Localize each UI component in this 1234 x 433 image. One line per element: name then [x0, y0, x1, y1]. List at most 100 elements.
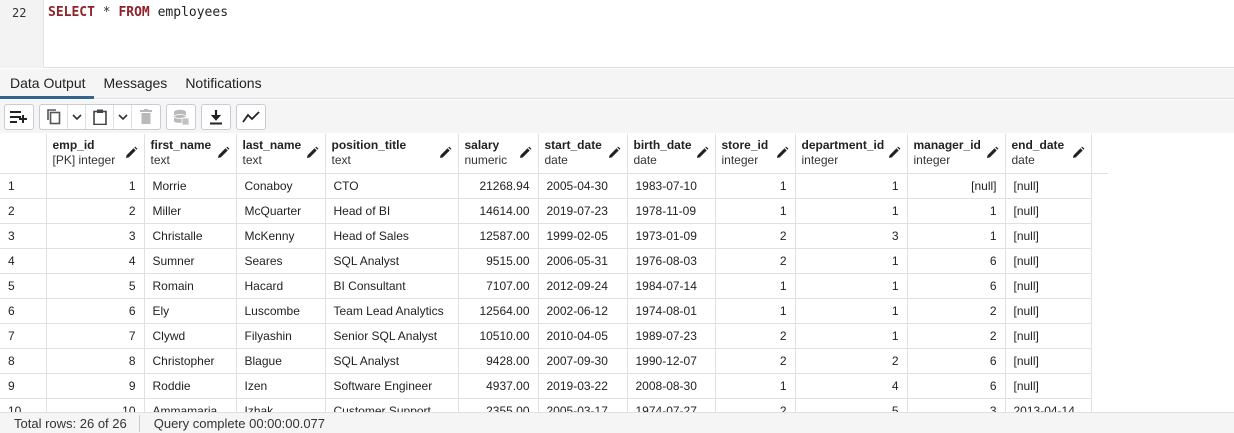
edit-icon[interactable]	[438, 146, 452, 160]
cell-store-id[interactable]: 2	[715, 323, 796, 349]
cell-salary[interactable]: 9515.00	[458, 248, 539, 274]
cell-store-id[interactable]: 2	[715, 398, 796, 412]
add-row-button[interactable]	[5, 105, 33, 129]
cell-first-name[interactable]: Ely	[144, 298, 237, 324]
cell-salary[interactable]: 12564.00	[458, 298, 539, 324]
copy-options-button[interactable]	[68, 104, 86, 129]
edit-icon[interactable]	[985, 146, 999, 160]
cell-last-name[interactable]: Izhak	[236, 398, 326, 412]
row-number[interactable]: 4	[0, 248, 47, 274]
cell-store-id[interactable]: 2	[715, 248, 796, 274]
row-number[interactable]: 2	[0, 198, 47, 224]
cell-birth-date[interactable]: 1978-11-09	[627, 198, 716, 224]
cell-first-name[interactable]: Clywd	[144, 323, 237, 349]
cell-emp-id[interactable]: 5	[46, 273, 145, 299]
table-row[interactable]: 7 7 Clywd Filyashin Senior SQL Analyst 10510.…	[0, 323, 1108, 349]
query-editor[interactable]: 22 SELECT * FROM employees	[0, 0, 1234, 68]
cell-start-date[interactable]: 2012-09-24	[538, 273, 628, 299]
table-row[interactable]: 5 5 Romain Hacard BI Consultant 7107.00 2012-0…	[0, 273, 1108, 299]
cell-position-title[interactable]: Senior SQL Analyst	[325, 323, 459, 349]
cell-manager-id[interactable]: 1	[907, 223, 1006, 249]
column-header-start-date[interactable]: start_date date	[538, 134, 628, 174]
cell-first-name[interactable]: Roddie	[144, 373, 237, 399]
cell-position-title[interactable]: SQL Analyst	[325, 248, 459, 274]
cell-emp-id[interactable]: 2	[46, 198, 145, 224]
cell-position-title[interactable]: Team Lead Analytics	[325, 298, 459, 324]
cell-end-date[interactable]: [null]	[1005, 198, 1092, 224]
cell-department-id[interactable]: 1	[795, 248, 908, 274]
cell-emp-id[interactable]: 8	[46, 348, 145, 374]
cell-department-id[interactable]: 1	[795, 173, 908, 199]
edit-icon[interactable]	[887, 146, 901, 160]
column-header-position-title[interactable]: position_title text	[325, 134, 459, 174]
edit-icon[interactable]	[305, 146, 319, 160]
cell-birth-date[interactable]: 1974-07-27	[627, 398, 716, 412]
row-number[interactable]: 5	[0, 273, 47, 299]
cell-manager-id[interactable]: 2	[907, 298, 1006, 324]
cell-manager-id[interactable]: 6	[907, 373, 1006, 399]
cell-birth-date[interactable]: 1983-07-10	[627, 173, 716, 199]
paste-options-button[interactable]	[114, 104, 132, 129]
cell-birth-date[interactable]: 1976-08-03	[627, 248, 716, 274]
cell-start-date[interactable]: 2005-04-30	[538, 173, 628, 199]
cell-store-id[interactable]: 2	[715, 223, 796, 249]
column-header-department-id[interactable]: department_id integer	[795, 134, 908, 174]
table-row[interactable]: 6 6 Ely Luscombe Team Lead Analytics 12564.00…	[0, 298, 1108, 324]
cell-salary[interactable]: 12587.00	[458, 223, 539, 249]
column-header-salary[interactable]: salary numeric	[458, 134, 539, 174]
cell-last-name[interactable]: McQuarter	[236, 198, 326, 224]
cell-manager-id[interactable]: 2	[907, 323, 1006, 349]
cell-store-id[interactable]: 1	[715, 273, 796, 299]
cell-emp-id[interactable]: 7	[46, 323, 145, 349]
cell-first-name[interactable]: Christopher	[144, 348, 237, 374]
cell-birth-date[interactable]: 1984-07-14	[627, 273, 716, 299]
cell-position-title[interactable]: Head of BI	[325, 198, 459, 224]
cell-birth-date[interactable]: 1973-01-09	[627, 223, 716, 249]
cell-start-date[interactable]: 2002-06-12	[538, 298, 628, 324]
column-header-end-date[interactable]: end_date date	[1005, 134, 1092, 174]
cell-position-title[interactable]: BI Consultant	[325, 273, 459, 299]
edit-icon[interactable]	[124, 146, 138, 160]
cell-emp-id[interactable]: 1	[46, 173, 145, 199]
cell-department-id[interactable]: 1	[795, 323, 908, 349]
row-number[interactable]: 9	[0, 373, 47, 399]
tab-data-output[interactable]: Data Output	[0, 69, 94, 99]
cell-department-id[interactable]: 4	[795, 373, 908, 399]
cell-emp-id[interactable]: 4	[46, 248, 145, 274]
edit-icon[interactable]	[1071, 146, 1085, 160]
cell-last-name[interactable]: Conaboy	[236, 173, 326, 199]
cell-department-id[interactable]: 1	[795, 273, 908, 299]
cell-last-name[interactable]: McKenny	[236, 223, 326, 249]
cell-start-date[interactable]: 2019-07-23	[538, 198, 628, 224]
table-row[interactable]: 4 4 Sumner Seares SQL Analyst 9515.00 2006-05-…	[0, 248, 1108, 274]
cell-department-id[interactable]: 2	[795, 348, 908, 374]
cell-emp-id[interactable]: 3	[46, 223, 145, 249]
cell-salary[interactable]: 7107.00	[458, 273, 539, 299]
column-header-last-name[interactable]: last_name text	[236, 134, 326, 174]
cell-department-id[interactable]: 5	[795, 398, 908, 412]
row-number[interactable]: 3	[0, 223, 47, 249]
cell-department-id[interactable]: 3	[795, 223, 908, 249]
cell-position-title[interactable]: Head of Sales	[325, 223, 459, 249]
cell-start-date[interactable]: 2007-09-30	[538, 348, 628, 374]
cell-first-name[interactable]: Ammamaria	[144, 398, 237, 412]
cell-position-title[interactable]: Customer Support	[325, 398, 459, 412]
cell-end-date[interactable]: [null]	[1005, 323, 1092, 349]
sql-line[interactable]: SELECT * FROM employees	[48, 5, 228, 20]
tab-notifications[interactable]: Notifications	[175, 69, 269, 99]
cell-first-name[interactable]: Morrie	[144, 173, 237, 199]
cell-last-name[interactable]: Hacard	[236, 273, 326, 299]
cell-manager-id[interactable]: 1	[907, 198, 1006, 224]
cell-end-date[interactable]: [null]	[1005, 373, 1092, 399]
cell-department-id[interactable]: 1	[795, 298, 908, 324]
table-row[interactable]: 8 8 Christopher Blague SQL Analyst 9428.00 200…	[0, 348, 1108, 374]
cell-last-name[interactable]: Izen	[236, 373, 326, 399]
result-grid[interactable]: emp_id [PK] integer first_name text last_nam…	[0, 134, 1234, 412]
cell-end-date[interactable]: [null]	[1005, 273, 1092, 299]
column-header-first-name[interactable]: first_name text	[144, 134, 237, 174]
cell-first-name[interactable]: Sumner	[144, 248, 237, 274]
row-number[interactable]: 8	[0, 348, 47, 374]
row-number[interactable]: 10	[0, 398, 47, 412]
copy-button[interactable]	[40, 104, 68, 129]
cell-salary[interactable]: 21268.94	[458, 173, 539, 199]
